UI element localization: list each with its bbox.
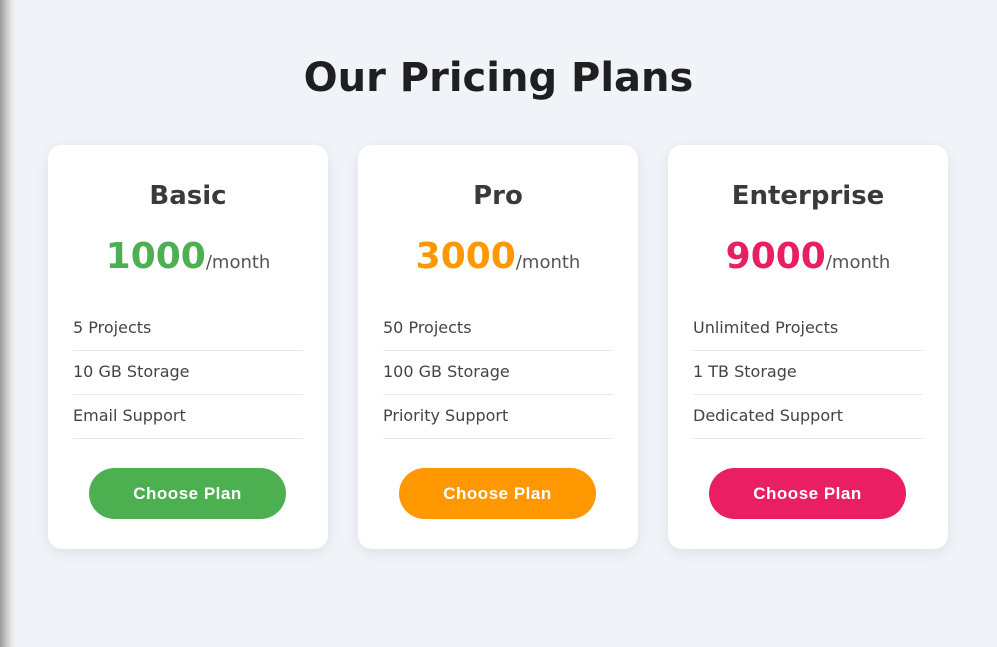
plan-name: Enterprise [731, 181, 885, 211]
feature-list: Unlimited Projects 1 TB Storage Dedicate… [693, 307, 923, 439]
price-amount: 1000 [105, 236, 206, 277]
price-period: /month [515, 252, 581, 273]
plan-name: Pro [473, 181, 523, 211]
feature-list: 5 Projects 10 GB Storage Email Support [73, 307, 303, 439]
feature-item: 100 GB Storage [383, 351, 613, 395]
pricing-card-pro: Pro 3000/month 50 Projects 100 GB Storag… [358, 145, 638, 549]
page-title: Our Pricing Plans [303, 55, 694, 101]
price-amount: 3000 [415, 236, 516, 277]
feature-item: Priority Support [383, 395, 613, 439]
feature-item: 10 GB Storage [73, 351, 303, 395]
plan-name: Basic [149, 181, 227, 211]
feature-item: 5 Projects [73, 307, 303, 351]
feature-list: 50 Projects 100 GB Storage Priority Supp… [383, 307, 613, 439]
price-period: /month [205, 252, 271, 273]
feature-item: 50 Projects [383, 307, 613, 351]
price-period: /month [825, 252, 891, 273]
choose-plan-pro-button[interactable]: Choose Plan [399, 468, 596, 519]
pricing-cards: Basic 1000/month 5 Projects 10 GB Storag… [48, 145, 948, 549]
choose-plan-basic-button[interactable]: Choose Plan [89, 468, 286, 519]
pricing-card-enterprise: Enterprise 9000/month Unlimited Projects… [668, 145, 948, 549]
choose-plan-enterprise-button[interactable]: Choose Plan [709, 468, 906, 519]
pricing-card-basic: Basic 1000/month 5 Projects 10 GB Storag… [48, 145, 328, 549]
plan-price: 3000/month [358, 233, 638, 287]
plan-price: 1000/month [48, 233, 328, 287]
feature-item: Dedicated Support [693, 395, 923, 439]
plan-price: 9000/month [668, 233, 948, 287]
feature-item: Email Support [73, 395, 303, 439]
feature-item: Unlimited Projects [693, 307, 923, 351]
price-amount: 9000 [725, 236, 826, 277]
feature-item: 1 TB Storage [693, 351, 923, 395]
